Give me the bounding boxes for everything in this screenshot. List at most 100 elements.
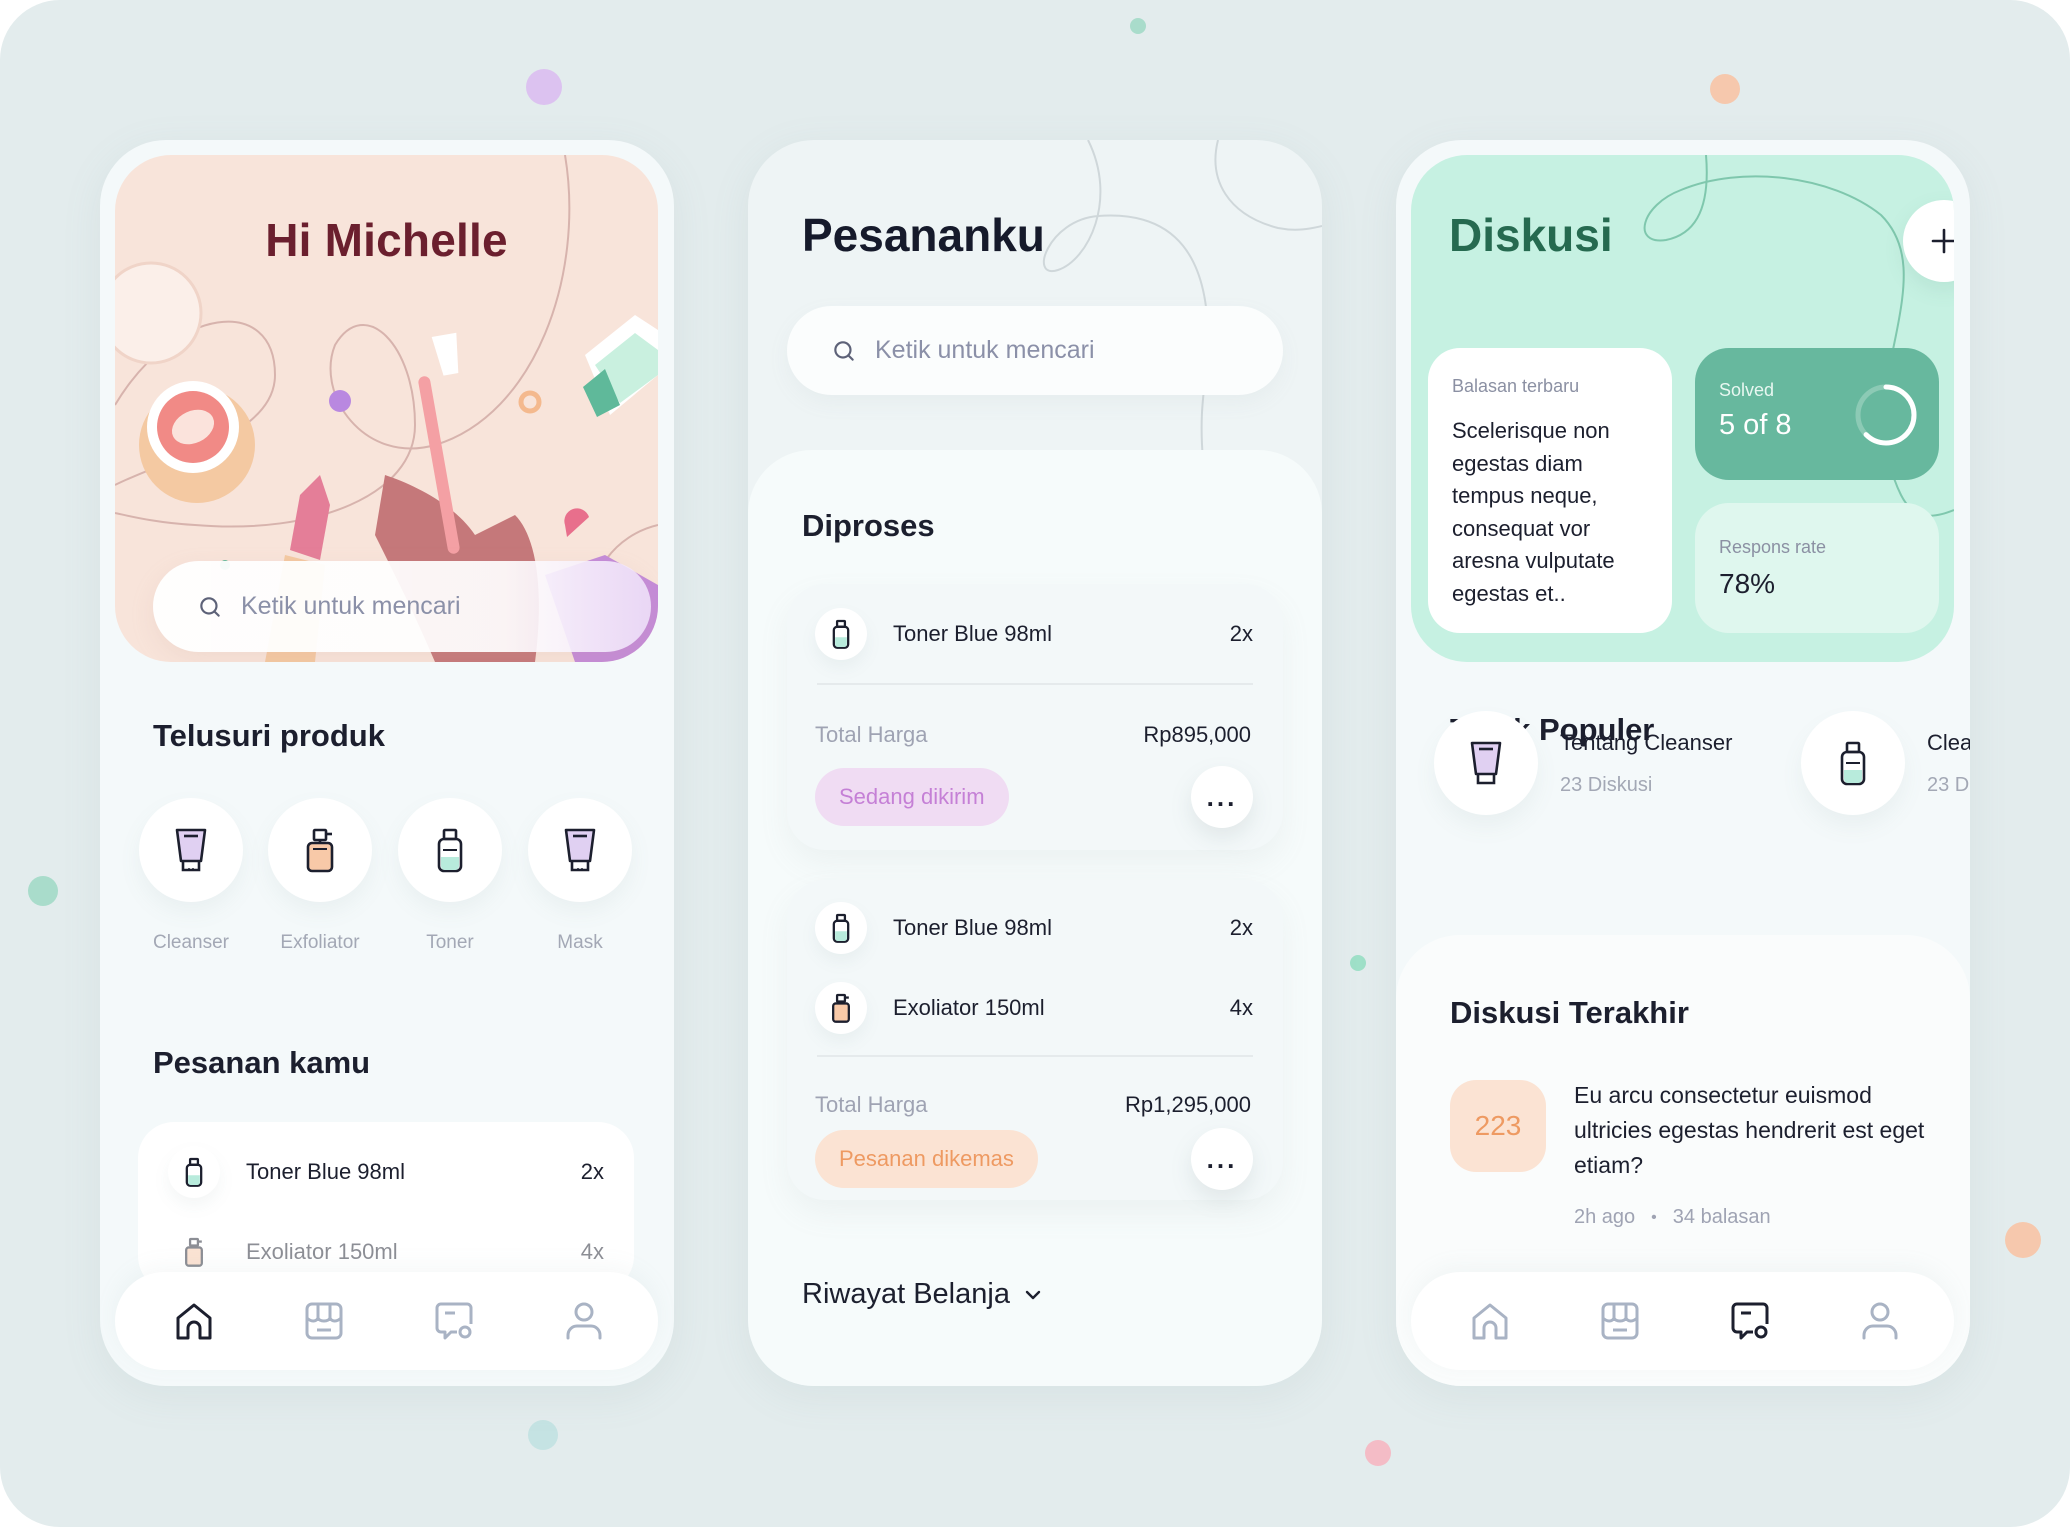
decor-dot: [1130, 18, 1146, 34]
discussion-meta: 2h ago • 34 balasan: [1574, 1206, 1771, 1229]
category-toner[interactable]: Toner: [398, 798, 502, 954]
category-exfoliator[interactable]: Exfoliator: [268, 798, 372, 954]
discussion-count-badge: 223: [1450, 1080, 1546, 1172]
total-price-label: Total Harga: [815, 722, 928, 747]
toner-bottle-icon: [185, 1157, 203, 1187]
discussion-text[interactable]: Eu arcu consectetur euismod ultricies eg…: [1574, 1078, 1934, 1183]
search-placeholder: Ketik untuk mencari: [875, 336, 1095, 364]
latest-reply-text: Scelerisque non egestas diam tempus nequ…: [1452, 418, 1615, 606]
topic-count: 23 Diskusi: [1560, 773, 1653, 796]
toner-bottle-icon: [437, 828, 463, 873]
discussion-screen: Diskusi Balasan terbaru Scelerisque non …: [1396, 140, 1970, 1386]
order-item: Toner Blue 98ml 2x: [787, 898, 1283, 958]
search-icon: [200, 596, 220, 617]
canvas-background: Hi Michelle Ketik untuk mencari Telusuri…: [0, 0, 2070, 1527]
greeting-title: Hi Michelle: [265, 214, 508, 266]
bottom-nav: [1411, 1272, 1954, 1370]
chat-icon[interactable]: [1729, 1300, 1771, 1342]
latest-reply-card[interactable]: Balasan terbaru Scelerisque non egestas …: [1428, 348, 1672, 633]
store-icon[interactable]: [303, 1300, 345, 1342]
decor-dot: [528, 1420, 558, 1450]
meta-separator: •: [1651, 1208, 1657, 1226]
topic-item[interactable]: Tentang Cleanser 23 Diskusi: [1434, 711, 1732, 815]
total-price-value: Rp895,000: [1143, 722, 1251, 747]
response-rate-card: Respons rate 78%: [1695, 503, 1939, 633]
order-item-name: Toner Blue 98ml: [893, 621, 1052, 646]
bottom-nav: [115, 1272, 658, 1370]
orders-panel: Diproses Toner Blue 98ml 2x Total Harga …: [748, 450, 1322, 1386]
search-icon: [834, 340, 854, 361]
plus-icon: [1931, 228, 1954, 254]
more-options-button[interactable]: ...: [1191, 1128, 1253, 1190]
chevron-down-icon: [1025, 1290, 1041, 1299]
processing-title: Diproses: [802, 508, 935, 543]
order-item-qty: 2x: [1229, 915, 1253, 940]
topic-count: 23 D: [1927, 773, 1970, 796]
topic-item[interactable]: Clea 23 D: [1801, 711, 1970, 815]
category-mask[interactable]: Mask: [528, 798, 632, 954]
orders-screen: Pesananku Ketik untuk mencari Diproses T…: [748, 140, 1322, 1386]
home-icon[interactable]: [1469, 1300, 1511, 1342]
order-card[interactable]: Toner Blue 98ml 2x Total Harga Rp895,000…: [787, 584, 1283, 850]
category-label: Exfoliator: [280, 932, 360, 953]
order-item[interactable]: Toner Blue 98ml 2x: [138, 1142, 634, 1202]
discussion-title: Diskusi: [1449, 209, 1613, 261]
your-orders-title: Pesanan kamu: [153, 1045, 371, 1080]
exfoliator-pump-bottle-icon: [185, 1237, 203, 1267]
discussion-replies: 34 balasan: [1672, 1206, 1771, 1228]
toner-bottle-icon: [832, 913, 850, 943]
orders-search-input[interactable]: Ketik untuk mencari: [787, 306, 1283, 395]
toner-bottle-icon: [832, 619, 850, 649]
order-card[interactable]: Toner Blue 98ml 2x Exoliator 150ml 4x To…: [787, 880, 1283, 1200]
toner-bottle-icon: [1840, 741, 1866, 786]
home-icon[interactable]: [173, 1300, 215, 1342]
orders-title: Pesananku: [802, 209, 1045, 261]
decor-dot: [28, 876, 58, 906]
user-icon[interactable]: [1859, 1300, 1901, 1342]
category-label: Cleanser: [152, 932, 230, 953]
decor-dot: [1350, 955, 1366, 971]
home-search-input[interactable]: Ketik untuk mencari: [153, 561, 651, 652]
cleanser-tube-icon: [1470, 741, 1502, 785]
order-item-qty: 4x: [1229, 995, 1253, 1020]
order-item-name: Exoliator 150ml: [246, 1239, 398, 1264]
response-rate-value: 78%: [1719, 568, 1776, 599]
cleanser-tube-icon: [175, 828, 207, 872]
solved-progress-ring: [1855, 384, 1917, 446]
exfoliator-pump-bottle-icon: [306, 828, 334, 873]
home-screen: Hi Michelle Ketik untuk mencari Telusuri…: [100, 140, 674, 1386]
user-icon[interactable]: [563, 1300, 605, 1342]
orders-list: Toner Blue 98ml 2x Exoliator 150ml 4x: [138, 1122, 634, 1292]
solved-card: Solved 5 of 8: [1695, 348, 1939, 480]
order-item: Toner Blue 98ml 2x: [787, 604, 1283, 664]
discussion-time: 2h ago: [1574, 1206, 1636, 1228]
category-label: Mask: [557, 932, 603, 953]
divider: [817, 1055, 1253, 1057]
total-price-value: Rp1,295,000: [1125, 1092, 1251, 1117]
decor-dot: [526, 69, 562, 105]
hero-banner: Hi Michelle Ketik untuk mencari: [115, 155, 658, 662]
decorative-lines: [1042, 140, 1322, 460]
order-item-name: Toner Blue 98ml: [893, 915, 1052, 940]
order-item-qty: 2x: [1229, 621, 1253, 646]
more-dots-icon: ...: [1206, 782, 1238, 812]
purchase-history-label: Riwayat Belanja: [802, 1278, 1010, 1310]
store-icon[interactable]: [1599, 1300, 1641, 1342]
decor-dot: [1365, 1440, 1391, 1466]
mask-tube-icon: [564, 828, 596, 872]
status-badge: Sedang dikirim: [815, 768, 1009, 826]
chat-icon[interactable]: [433, 1300, 475, 1342]
more-options-button[interactable]: ...: [1191, 766, 1253, 828]
divider: [817, 683, 1253, 685]
more-dots-icon: ...: [1206, 1144, 1238, 1174]
purchase-history-toggle[interactable]: Riwayat Belanja: [802, 1278, 1042, 1311]
discussion-header: Diskusi Balasan terbaru Scelerisque non …: [1411, 155, 1954, 662]
exfoliator-pump-bottle-icon: [832, 993, 850, 1023]
decor-dot: [1710, 74, 1740, 104]
status-badge: Pesanan dikemas: [815, 1130, 1038, 1188]
order-item-qty: 4x: [580, 1239, 604, 1264]
decor-dot: [2005, 1222, 2041, 1258]
response-rate-label: Respons rate: [1719, 537, 1827, 557]
category-cleanser[interactable]: Cleanser: [139, 798, 243, 954]
recent-discussion-title: Diskusi Terakhir: [1450, 995, 1689, 1030]
